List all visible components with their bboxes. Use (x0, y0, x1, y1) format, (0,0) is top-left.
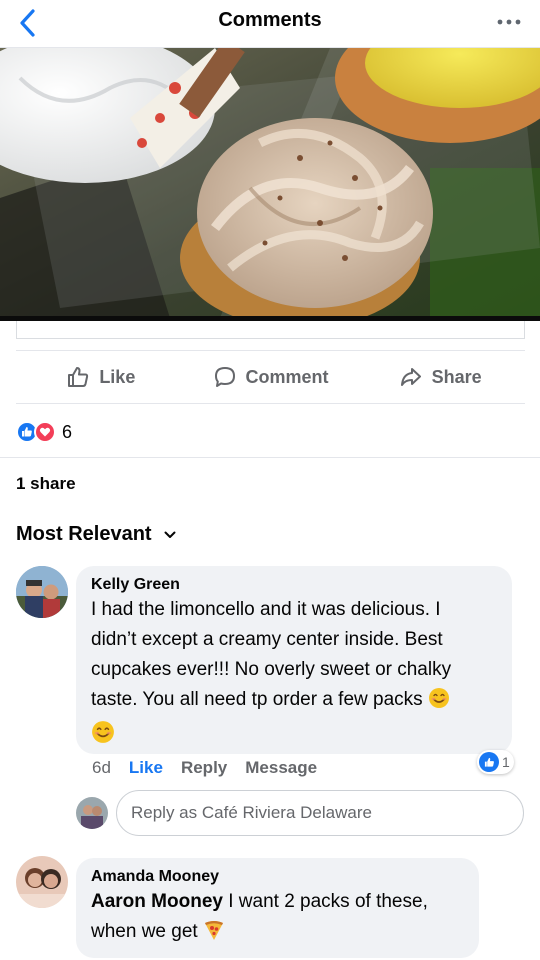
comment-line: didn’t except a creamy center inside. Be… (91, 629, 443, 650)
comment-author[interactable]: Kelly Green (91, 575, 497, 595)
avatar[interactable] (16, 566, 68, 618)
share-button[interactable]: Share (355, 365, 525, 389)
reaction-summary[interactable]: 6 (16, 419, 72, 445)
sort-label: Most Relevant (16, 523, 152, 545)
divider (16, 350, 525, 351)
comment-message-button[interactable]: Message (245, 758, 317, 778)
comment-bubble[interactable]: Kelly Green I had the limoncello and it … (76, 566, 512, 754)
page-title: Comments (218, 9, 322, 31)
comment-line: Aaron Mooney I want 2 packs of these, (91, 891, 428, 912)
chevron-down-icon (164, 531, 176, 538)
comment-icon (214, 367, 235, 387)
comment-label: Comment (245, 366, 329, 387)
comment-line: 😊 (91, 719, 497, 749)
post-card-bottom (16, 321, 525, 339)
comment-line: when we get (91, 917, 464, 951)
avatar[interactable] (16, 856, 68, 908)
comment-reply-button[interactable]: Reply (181, 758, 227, 778)
reaction-count: 6 (62, 421, 73, 442)
smile-emoji-icon (92, 721, 114, 743)
divider (0, 457, 540, 458)
comment-time: 6d (92, 758, 111, 777)
more-horizontal-icon (497, 19, 521, 25)
comment-sort-dropdown[interactable]: Most Relevant (16, 523, 176, 546)
comment-line: cupcakes ever!!! No overly sweet or chal… (91, 659, 452, 680)
like-label: Like (99, 366, 136, 387)
cupcakes-photo (0, 48, 540, 318)
divider (16, 403, 525, 404)
like-button[interactable]: Like (16, 365, 186, 389)
post-photo[interactable] (0, 48, 540, 318)
thumbs-up-icon (68, 367, 89, 387)
shares-count[interactable]: 1 share (16, 474, 76, 494)
comment-reaction-badge[interactable]: 1 (477, 750, 514, 774)
like-reaction-icon (479, 752, 499, 772)
pizza-emoji-icon (203, 919, 225, 951)
comment-line: I had the limoncello and it was deliciou… (91, 599, 441, 620)
comment-line: taste. You all need tp order a few packs (91, 685, 497, 719)
tagged-user[interactable]: Aaron Mooney (91, 891, 223, 912)
reply-input[interactable]: Reply as Café Riviera Delaware (116, 790, 524, 836)
love-reaction-icon (34, 421, 56, 443)
share-icon (400, 368, 421, 386)
smile-emoji-icon (428, 687, 450, 719)
post-actions: Like Comment Share (16, 352, 525, 402)
comment-like-button[interactable]: Like (129, 758, 163, 778)
comment-button[interactable]: Comment (186, 365, 356, 389)
more-options-button[interactable] (494, 12, 524, 32)
comment-reaction-count: 1 (502, 754, 510, 770)
header-bar: Comments (0, 0, 540, 48)
comment-meta: 6d Like Reply Message (92, 758, 317, 778)
share-label: Share (431, 366, 482, 387)
comment-author[interactable]: Amanda Mooney (91, 867, 464, 887)
comment-bubble[interactable]: Amanda Mooney Aaron Mooney I want 2 pack… (76, 858, 479, 958)
page-avatar (76, 797, 108, 829)
